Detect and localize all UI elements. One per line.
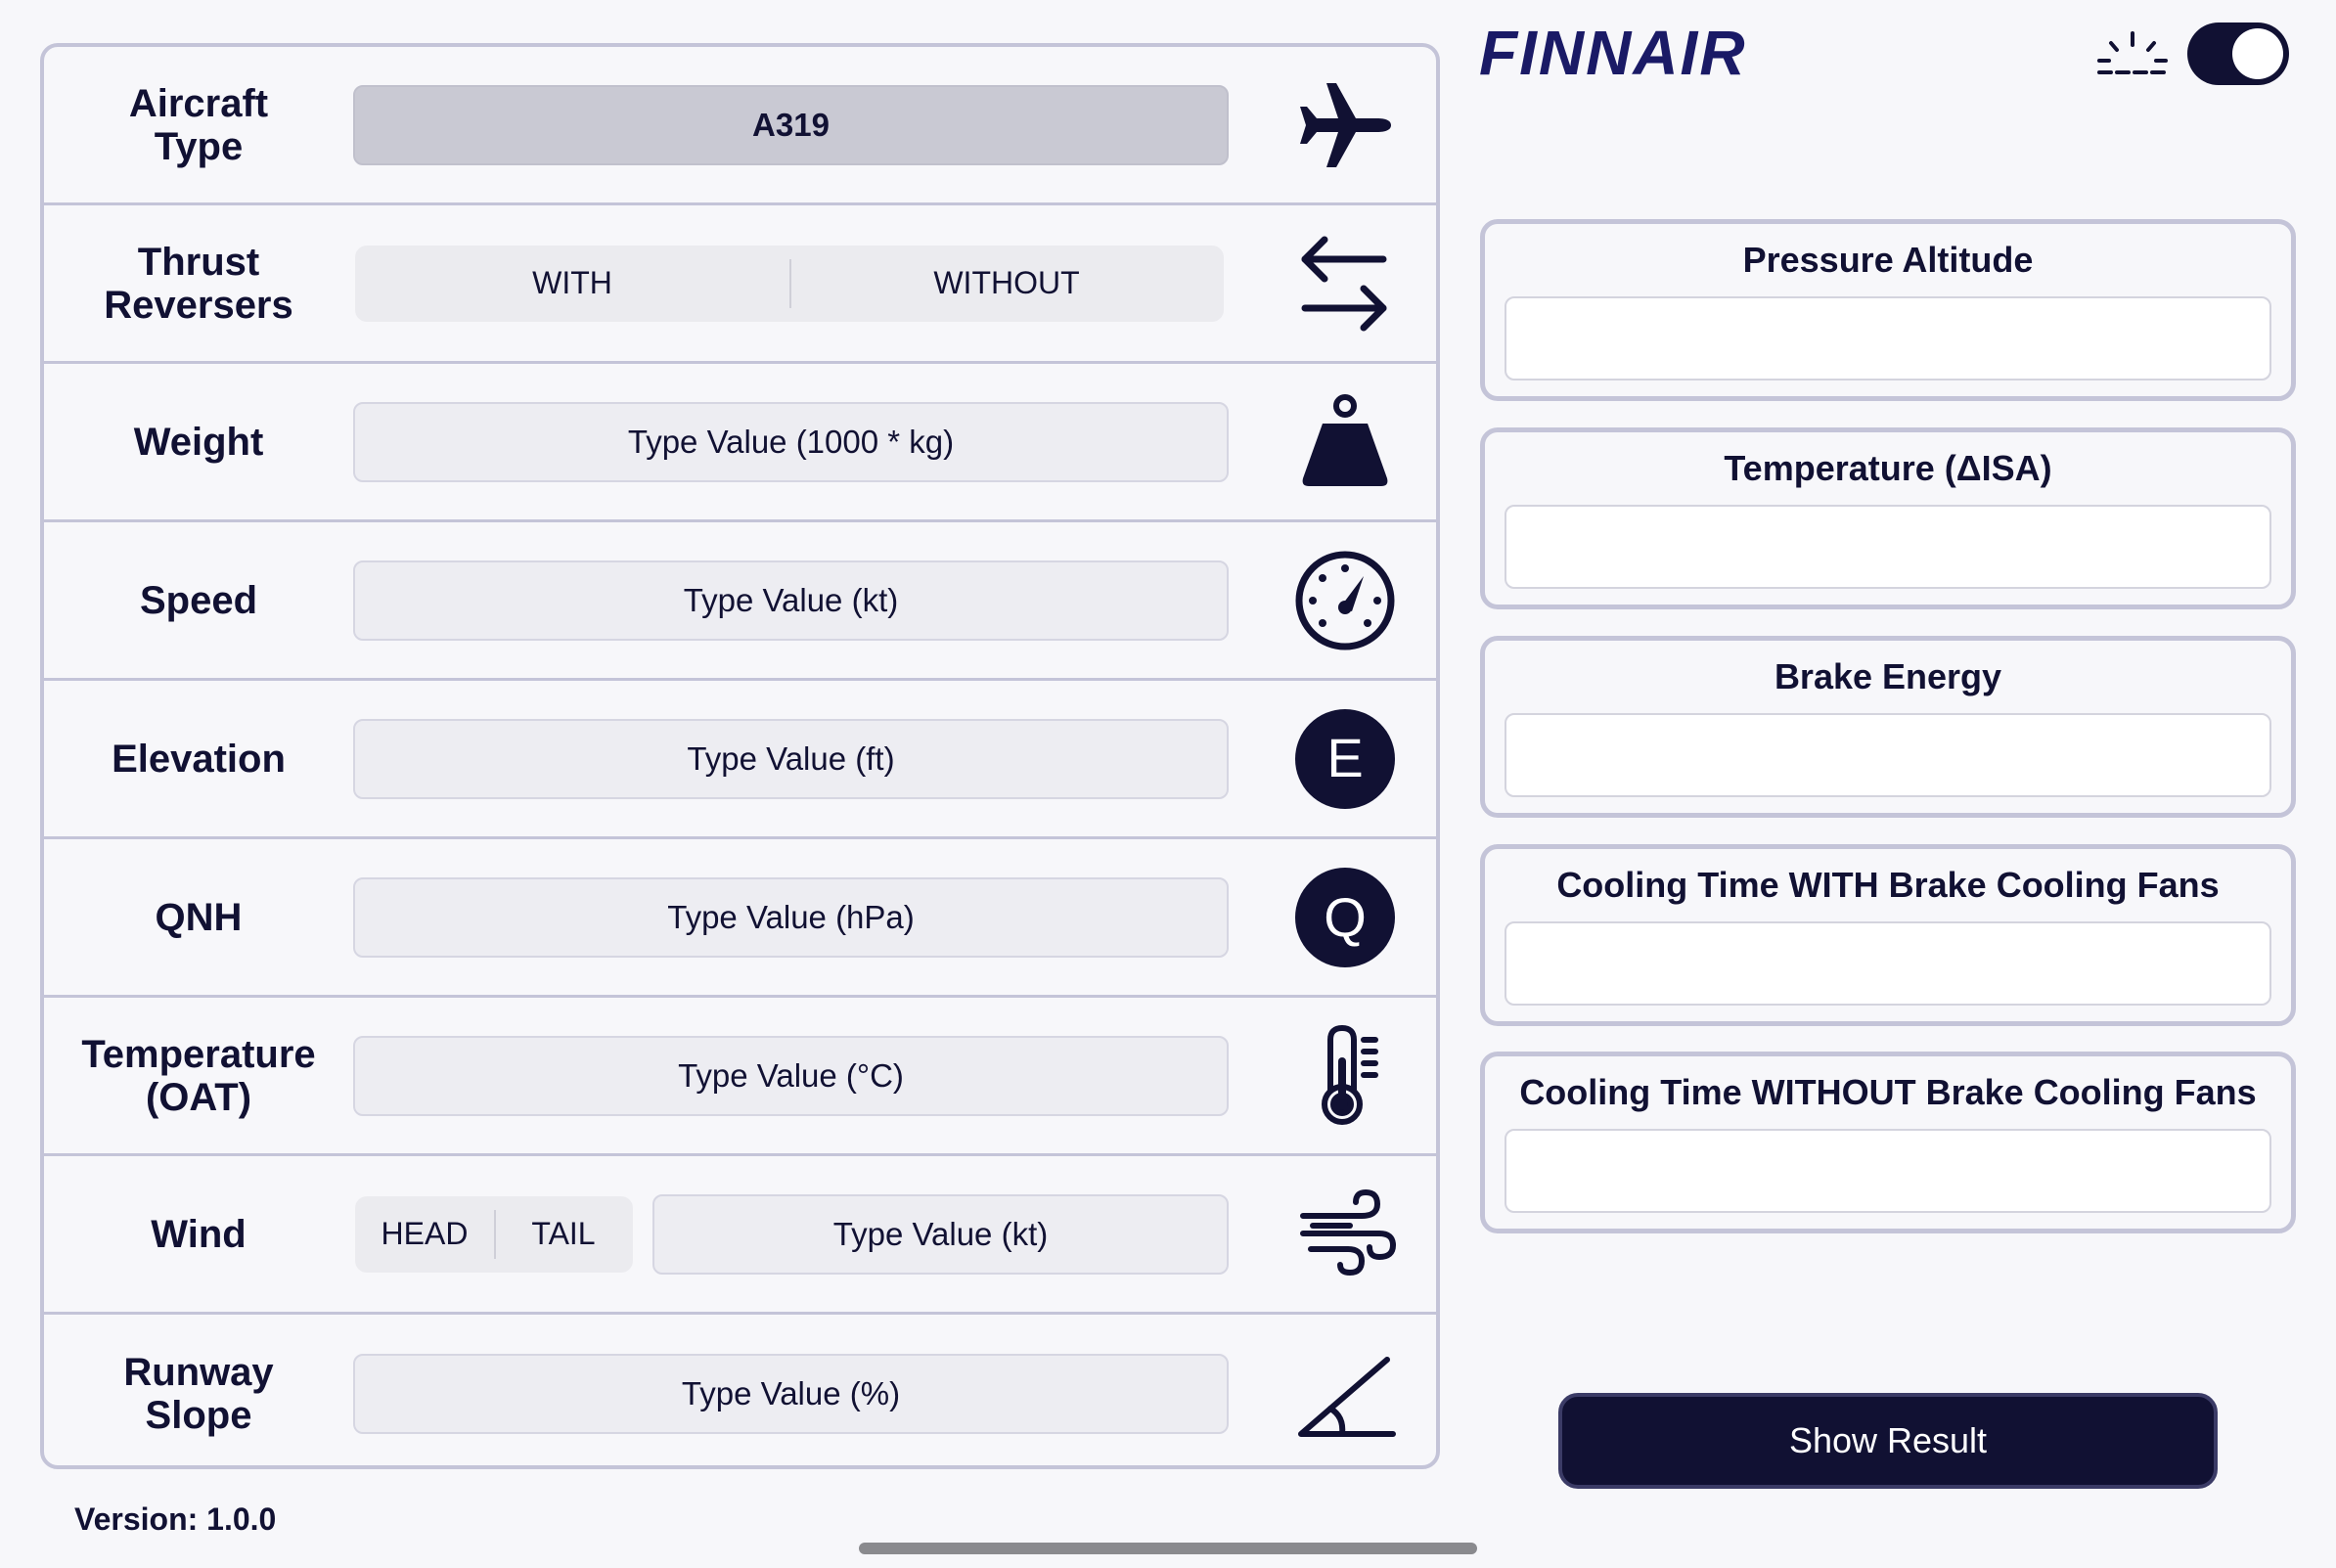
thermometer-icon [1291,1022,1399,1130]
logo-text: FINNAIR [1479,23,1747,84]
qnh-label: QNH [155,895,243,939]
airplane-icon [1291,71,1399,179]
result-title: Cooling Time WITH Brake Cooling Fans [1556,865,2220,905]
slope-angle-icon [1291,1340,1399,1448]
wind-speed-input[interactable]: Type Value (kt) [652,1193,1229,1275]
cooling-time-without-fans-output [1505,1129,2271,1213]
elevation-row: Elevation Type Value (ft) E [44,681,1436,839]
thrust-reversers-with-option[interactable]: WITH [355,246,789,322]
brake-energy-output [1505,713,2271,797]
thrust-reversers-segmented: WITH WITHOUT [355,245,1224,322]
weight-row: Weight Type Value (1000 * kg) [44,364,1436,522]
temperature-row: Temperature (OAT) Type Value (°C) [44,998,1436,1156]
speedometer-icon [1291,547,1399,654]
elevation-input[interactable]: Type Value (ft) [353,718,1229,799]
sun-icon [2097,31,2168,74]
temperature-isa-output [1505,505,2271,589]
aircraft-type-row: Aircraft Type A319 [44,47,1436,205]
qnh-input[interactable]: Type Value (hPa) [353,876,1229,958]
speed-input[interactable]: Type Value (kt) [353,560,1229,641]
thrust-reversers-without-option[interactable]: WITHOUT [789,246,1224,322]
speed-label: Speed [139,578,258,622]
temperature-label: Temperature (OAT) [81,1032,316,1119]
wind-icon [1291,1181,1399,1288]
thrust-reversers-label: Thrust Reversers [104,240,293,327]
wind-label: Wind [151,1212,247,1256]
wind-head-option[interactable]: HEAD [355,1196,494,1273]
finnair-logo: FINNAIR [1479,18,1870,89]
wind-row: Wind HEAD TAIL Type Value (kt) [44,1156,1436,1315]
runway-slope-label: Runway Slope [123,1351,274,1437]
pressure-altitude-card: Pressure Altitude [1480,219,2296,401]
weight-label: Weight [133,420,264,464]
aircraft-type-label: Aircraft Type [128,81,269,168]
svg-text:E: E [1326,727,1363,788]
result-title: Pressure Altitude [1742,240,2034,280]
svg-text:Q: Q [1324,886,1367,948]
qnh-row: QNH Type Value (hPa) Q [44,839,1436,998]
speed-row: Speed Type Value (kt) [44,522,1436,681]
pressure-altitude-output [1505,296,2271,381]
temperature-isa-card: Temperature (ΔISA) [1480,427,2296,609]
result-title: Cooling Time WITHOUT Brake Cooling Fans [1519,1072,2257,1112]
input-form-panel: Aircraft Type A319 Thrust Reversers WITH… [40,43,1440,1469]
wind-direction-segmented: HEAD TAIL [355,1195,633,1273]
weight-icon [1291,388,1399,496]
home-indicator[interactable] [859,1543,1477,1554]
elevation-label: Elevation [112,737,286,781]
version-label: Version: 1.0.0 [74,1501,277,1537]
temperature-input[interactable]: Type Value (°C) [353,1035,1229,1116]
wind-tail-option[interactable]: TAIL [494,1196,633,1273]
cooling-time-without-fans-card: Cooling Time WITHOUT Brake Cooling Fans [1480,1052,2296,1233]
runway-slope-input[interactable]: Type Value (%) [353,1354,1229,1434]
thrust-reversers-row: Thrust Reversers WITH WITHOUT [44,205,1436,364]
cooling-time-with-fans-card: Cooling Time WITH Brake Cooling Fans [1480,844,2296,1026]
result-title: Temperature (ΔISA) [1724,448,2052,488]
show-result-button[interactable]: Show Result [1558,1393,2218,1489]
aircraft-type-select[interactable]: A319 [353,84,1229,165]
arrows-left-right-icon [1291,230,1399,337]
cooling-time-with-fans-output [1505,921,2271,1006]
toggle-knob [2232,28,2283,79]
brake-energy-card: Brake Energy [1480,636,2296,818]
dark-mode-toggle[interactable] [2187,22,2289,85]
weight-input[interactable]: Type Value (1000 * kg) [353,401,1229,482]
theme-toggle-group [2093,20,2289,88]
result-title: Brake Energy [1774,656,2002,696]
runway-slope-row: Runway Slope Type Value (%) [44,1315,1436,1465]
letter-q-icon: Q [1291,864,1399,971]
letter-e-icon: E [1291,705,1399,813]
